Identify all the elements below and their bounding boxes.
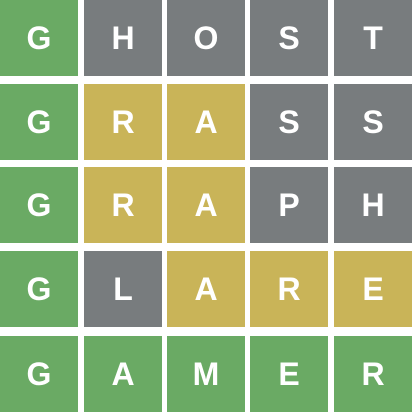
tile-r2-c1-correct: G xyxy=(0,84,78,160)
tile-r1-c4-absent: S xyxy=(250,0,328,76)
tile-r4-c5-present: E xyxy=(334,251,412,327)
tile-r5-c1-correct: G xyxy=(0,336,78,412)
tile-r3-c3-present: A xyxy=(167,167,245,243)
game-board: GHOSTGRASSGRAPHGLAREGAMER xyxy=(0,0,412,413)
tile-r3-c1-correct: G xyxy=(0,167,78,243)
tile-r5-c4-correct: E xyxy=(250,336,328,412)
tile-r1-c3-absent: O xyxy=(167,0,245,76)
tile-r4-c1-correct: G xyxy=(0,251,78,327)
tile-r3-c5-absent: H xyxy=(334,167,412,243)
tile-r2-c5-absent: S xyxy=(334,84,412,160)
tile-r1-c5-absent: T xyxy=(334,0,412,76)
tile-r1-c2-absent: H xyxy=(84,0,162,76)
tile-r1-c1-correct: G xyxy=(0,0,78,76)
tile-r3-c4-absent: P xyxy=(250,167,328,243)
tile-r3-c2-present: R xyxy=(84,167,162,243)
tile-r5-c2-correct: A xyxy=(84,336,162,412)
tile-r5-c3-correct: M xyxy=(167,336,245,412)
tile-r2-c3-present: A xyxy=(167,84,245,160)
tile-r2-c4-absent: S xyxy=(250,84,328,160)
tile-r2-c2-present: R xyxy=(84,84,162,160)
tile-r4-c4-present: R xyxy=(250,251,328,327)
tile-r5-c5-correct: R xyxy=(334,336,412,412)
tile-r4-c3-present: A xyxy=(167,251,245,327)
tile-r4-c2-absent: L xyxy=(84,251,162,327)
